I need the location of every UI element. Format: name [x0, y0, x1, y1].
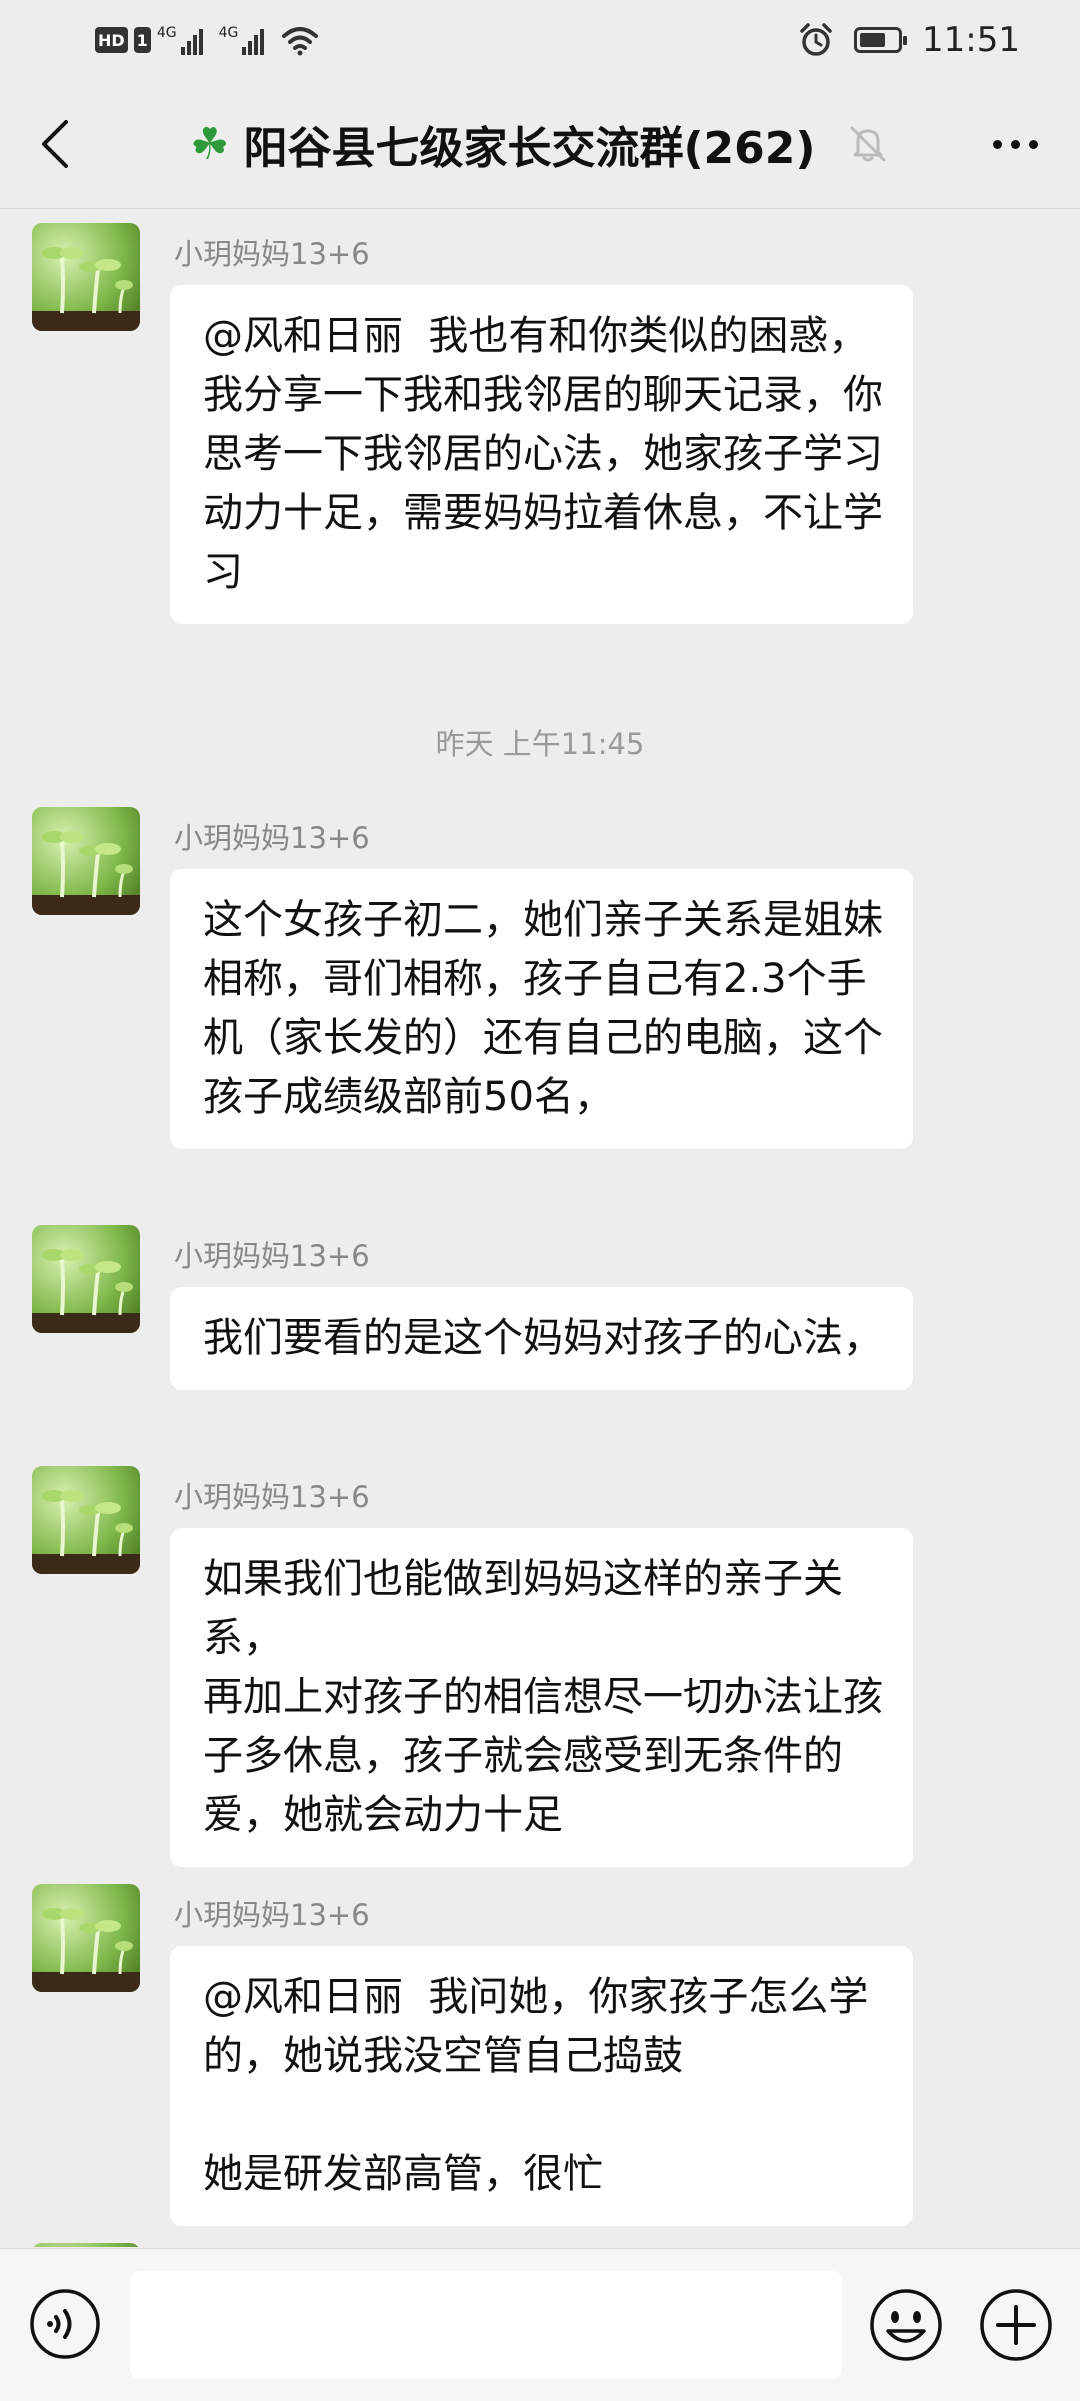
avatar[interactable] [32, 1884, 140, 1992]
clover-icon: ☘ [190, 118, 230, 170]
avatar[interactable] [32, 2243, 140, 2247]
signal-icon: 4G [219, 25, 265, 55]
status-left-icons: HD 1 4G 4G [95, 20, 320, 60]
status-right-icons: 11:51 [798, 18, 1020, 62]
mute-bell-icon [850, 126, 886, 162]
input-bar [0, 2248, 1080, 2401]
sender-name: 小玥妈妈13+6 [174, 821, 370, 855]
avatar[interactable] [32, 223, 140, 331]
message-bubble[interactable]: 我们要看的是这个妈妈对孩子的心法， [170, 1287, 913, 1390]
more-dot [1028, 139, 1038, 149]
battery-icon [854, 27, 908, 53]
more-dot [992, 139, 1002, 149]
plus-button[interactable] [978, 2287, 1054, 2363]
sender-name: 小玥妈妈13+6 [174, 1480, 370, 1514]
chat-title: ☘ 阳谷县七级家长交流群(262) [190, 114, 816, 175]
group-name: 阳谷县七级家长交流群(262) [243, 123, 816, 174]
sender-name: 小玥妈妈13+6 [174, 237, 370, 271]
alarm-icon [800, 23, 832, 56]
sender-name: 小玥妈妈13+6 [174, 1898, 370, 1932]
status-time: 11:51 [922, 20, 1020, 60]
status-bar: HD 1 4G 4G 11:51 [0, 0, 1080, 80]
message-input[interactable] [130, 2271, 842, 2379]
message-list[interactable]: 小玥妈妈13+6 @风和日丽 我也有和你类似的困惑， 我分享一下我和我邻居的聊天… [0, 209, 1080, 2247]
chat-header: ☘ 阳谷县七级家长交流群(262) [0, 80, 1080, 209]
avatar[interactable] [32, 1466, 140, 1574]
avatar[interactable] [32, 1225, 140, 1333]
hd-icon: HD [95, 27, 128, 53]
message-bubble[interactable]: @风和日丽 我也有和你类似的困惑， 我分享一下我和我邻居的聊天记录，你思考一下我… [170, 285, 913, 624]
chevron-left-icon [42, 120, 68, 168]
voice-input-button[interactable] [28, 2287, 102, 2361]
emoji-button[interactable] [868, 2287, 944, 2363]
signal-icon: 4G [157, 25, 203, 55]
timestamp: 昨天 上午11:45 [435, 727, 645, 761]
back-button[interactable] [20, 104, 90, 184]
avatar[interactable] [32, 807, 140, 915]
sender-name: 小玥妈妈13+6 [174, 1239, 370, 1273]
wifi-icon [282, 27, 319, 56]
more-options-button[interactable] [980, 114, 1050, 174]
sim-icon: 1 [133, 27, 151, 53]
message-bubble[interactable]: 这个女孩子初二，她们亲子关系是姐妹相称，哥们相称，孩子自己有2.3个手机（家长发… [170, 869, 913, 1149]
message-bubble[interactable]: @风和日丽 我问她，你家孩子怎么学的，她说我没空管自己捣鼓 她是研发部高管，很忙 [170, 1946, 913, 2226]
more-dot [1010, 139, 1020, 149]
message-bubble[interactable]: 如果我们也能做到妈妈这样的亲子关系， 再加上对孩子的相信想尽一切办法让孩子多休息… [170, 1528, 913, 1867]
